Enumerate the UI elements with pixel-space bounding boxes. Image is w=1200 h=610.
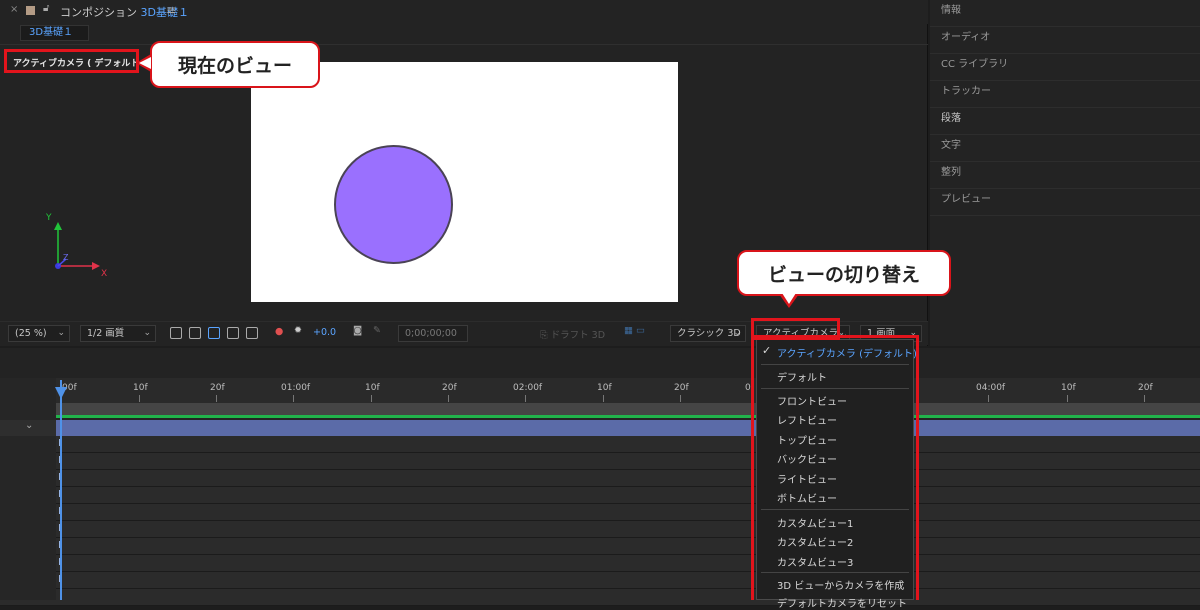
view-label-highlight <box>4 49 139 73</box>
playhead[interactable] <box>60 380 62 600</box>
title-prefix: コンポジション <box>60 6 137 19</box>
x-axis-label: X <box>101 269 107 279</box>
panel-paragraph[interactable]: 段落 <box>930 108 1200 135</box>
draft-3d-toggle[interactable]: ⎘ ドラフト 3D <box>540 327 605 341</box>
panel-menu-icon[interactable]: ≡ <box>166 3 176 17</box>
region-of-interest-icon[interactable] <box>227 327 239 339</box>
timeline-row <box>0 453 1200 470</box>
channel-icon[interactable]: ● <box>275 326 283 337</box>
tick-label: 01:00f <box>281 383 311 393</box>
tick-label: 10f <box>133 383 148 393</box>
timecode-field[interactable]: 0;00;00;00 <box>398 325 468 342</box>
mask-path-icon[interactable] <box>208 327 220 339</box>
panel-align[interactable]: 整列 <box>930 162 1200 189</box>
chevron-down-icon: ⌄ <box>733 328 741 338</box>
3d-axes-gizmo: Y X Z <box>45 213 107 279</box>
composition-color-icon <box>26 6 35 15</box>
chevron-down-icon: ⌄ <box>57 328 65 338</box>
z-axis-label: Z <box>63 253 69 262</box>
timeline-row <box>0 436 1200 453</box>
chevron-down-icon[interactable]: ⌄ <box>25 420 33 431</box>
lock-icon[interactable]: 🔓︎ <box>43 3 49 14</box>
composition-name: 3D基礎１ <box>140 6 189 19</box>
tick-mark <box>603 395 604 402</box>
tick-mark <box>139 395 140 402</box>
time-ruler[interactable] <box>56 378 1200 404</box>
work-area-bar[interactable] <box>56 403 1200 415</box>
transparency-grid-icon[interactable] <box>189 327 201 339</box>
x-axis-arrow <box>92 262 100 270</box>
tick-mark <box>293 395 294 402</box>
panel-cc-libraries[interactable]: CC ライブラリ <box>930 54 1200 81</box>
layer-duration-bar[interactable] <box>56 420 1200 436</box>
close-icon[interactable]: × <box>10 4 18 15</box>
zoom-dropdown[interactable]: (25 %) ⌄ <box>8 325 70 342</box>
menu-highlight <box>751 335 919 600</box>
panel-info[interactable]: 情報 <box>930 0 1200 27</box>
timeline-row <box>0 589 1200 606</box>
tick-label: 02:00f <box>513 383 543 393</box>
switch-view-callout: ビューの切り替え <box>737 250 951 296</box>
current-view-callout: 現在のビュー <box>150 41 320 88</box>
timeline-row <box>0 504 1200 521</box>
tick-mark <box>1144 395 1145 402</box>
snapshot-icon[interactable]: ◙ <box>353 325 362 336</box>
draft-3d-label: ドラフト 3D <box>550 330 606 341</box>
tick-label: 0 <box>745 383 751 393</box>
timeline-row <box>0 538 1200 555</box>
panel-preview[interactable]: プレビュー <box>930 189 1200 216</box>
renderer-value: クラシック 3D <box>677 328 741 339</box>
timeline-row <box>0 470 1200 487</box>
guides-icon[interactable] <box>246 327 258 339</box>
tick-mark <box>525 395 526 402</box>
tick-mark <box>1067 395 1068 402</box>
composition-canvas[interactable] <box>251 62 678 302</box>
playhead-handle[interactable] <box>55 387 67 399</box>
exposure-value[interactable]: +0.0 <box>313 327 336 338</box>
tick-label: 20f <box>210 383 225 393</box>
timeline-row <box>0 521 1200 538</box>
renderer-dropdown[interactable]: クラシック 3D ⌄ <box>670 325 746 342</box>
purple-circle-layer[interactable] <box>334 145 453 264</box>
callout-tail-inner <box>139 57 151 69</box>
show-snapshot-icon[interactable]: ✎ <box>373 325 381 336</box>
resolution-dropdown[interactable]: 1/2 画質 ⌄ <box>80 325 156 342</box>
zoom-value: (25 %) <box>15 328 47 339</box>
color-management-icon[interactable]: ✹ <box>294 325 302 336</box>
y-axis-arrow <box>54 222 62 230</box>
timeline-row <box>0 487 1200 504</box>
chevron-down-icon: ⌄ <box>143 328 151 338</box>
tick-label: 10f <box>365 383 380 393</box>
tick-label: 20f <box>1138 383 1153 393</box>
tick-label: 10f <box>1061 383 1076 393</box>
timecode-value: 0;00;00;00 <box>405 328 457 339</box>
render-cache-line <box>56 415 1200 418</box>
callout-tail-inner <box>782 293 796 304</box>
panel-character[interactable]: 文字 <box>930 135 1200 162</box>
view-dropdown-highlight <box>751 318 840 340</box>
tick-label: 20f <box>674 383 689 393</box>
resolution-value: 1/2 画質 <box>87 328 125 339</box>
panel-audio[interactable]: オーディオ <box>930 27 1200 54</box>
right-panel: 情報 オーディオ CC ライブラリ トラッカー 段落 文字 整列 プレビュー <box>930 0 1200 346</box>
tick-mark <box>371 395 372 402</box>
composition-tab-bar: × 🔓︎ コンポジション 3D基礎１ ≡ <box>0 0 928 24</box>
tick-mark <box>680 395 681 402</box>
tick-label: 20f <box>442 383 457 393</box>
tick-mark <box>448 395 449 402</box>
tick-label: 10f <box>597 383 612 393</box>
y-axis-label: Y <box>45 213 52 223</box>
tick-mark <box>216 395 217 402</box>
fast-preview-icon[interactable] <box>170 327 182 339</box>
tick-label: 04:00f <box>976 383 1006 393</box>
timeline-row <box>0 572 1200 589</box>
row-labels-column <box>0 436 56 600</box>
tick-mark <box>988 395 989 402</box>
composition-subtab[interactable]: 3D基礎１ <box>20 25 89 41</box>
panel-tracker[interactable]: トラッカー <box>930 81 1200 108</box>
3d-ground-icon[interactable]: ▦ ▭ <box>624 325 645 336</box>
timeline-row <box>0 555 1200 572</box>
layer-row-header: ⌄ <box>0 420 56 436</box>
divider <box>0 44 928 45</box>
